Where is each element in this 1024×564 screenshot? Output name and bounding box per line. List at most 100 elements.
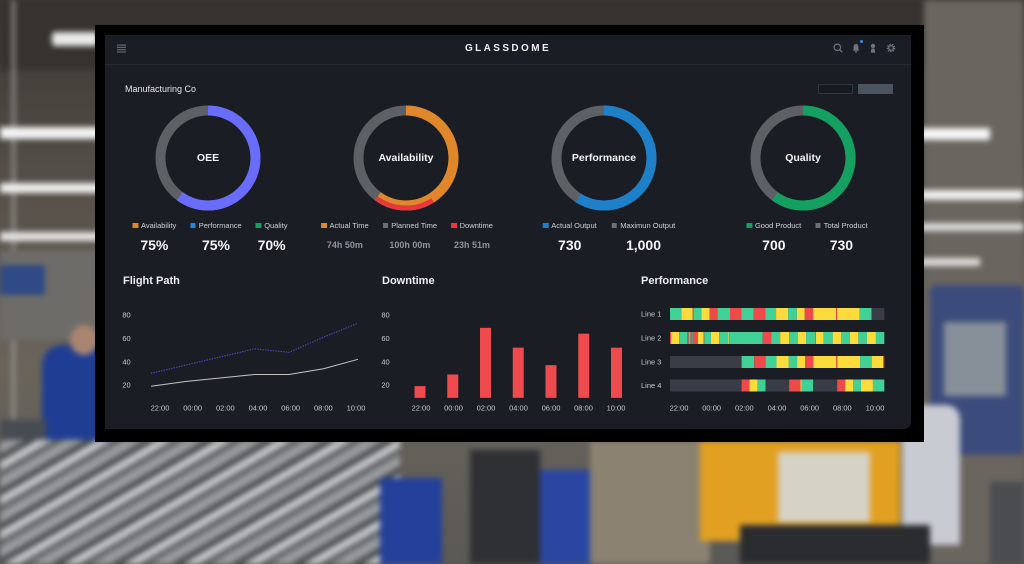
timeline-segment-red (703, 332, 705, 344)
search-icon[interactable] (833, 43, 843, 53)
worker-head (70, 325, 98, 355)
timeline-segment-yellow (776, 308, 789, 320)
timeline-segment-green (841, 332, 851, 344)
timeline-segment-gray (670, 356, 742, 368)
legend-value: 700 (762, 237, 786, 253)
gauge-title-quality: Quality (785, 152, 821, 164)
oee-legend: Availability 75% Performance 75% Quality… (132, 221, 288, 253)
y-tick-label: 60 (381, 334, 389, 343)
timeline-segment-red (670, 332, 672, 344)
timeline-segment-yellow (837, 308, 860, 320)
timeline-segment-green (765, 308, 777, 320)
ceiling-light (0, 232, 110, 241)
x-tick-label: 02:00 (735, 404, 754, 413)
legend-label: Maximun Output (620, 221, 676, 230)
timeline-segment-yellow (815, 332, 824, 344)
x-tick-label: 00:00 (183, 404, 202, 413)
bar (611, 347, 622, 398)
user-icon[interactable] (868, 43, 878, 53)
legend-swatch (382, 222, 389, 229)
legend-item-maximum-output: Maximun Output 1,000 (611, 221, 676, 253)
x-tick-label: 02:00 (216, 404, 235, 413)
legend-value: 1,000 (625, 237, 661, 253)
x-tick-label: 04:00 (768, 404, 787, 413)
timeline-segment-yellow (860, 379, 873, 392)
dashboard-panel: GLASSDOME Manufacturing Co OEE Availabil… (105, 35, 911, 429)
performance-timeline-chart: Line 1 Line 2 Line 3 Line 4 22:00 00:00 02:00 0… (641, 308, 885, 413)
y-tick-label: 40 (381, 357, 389, 366)
timeline-segment-red (804, 308, 814, 320)
timeline-segment-green (757, 379, 766, 392)
legend-label: Good Product (754, 221, 802, 230)
app-title: GLASSDOME (464, 43, 552, 54)
timeline-segment-green (872, 379, 885, 392)
timeline-segment-red (789, 379, 801, 392)
timeline-segment-yellow (850, 332, 859, 344)
row-label: Line 4 (641, 381, 661, 390)
legend-item-actual-time: Actual Time 74h 50m (321, 221, 369, 253)
legend-swatch (132, 222, 138, 229)
bell-icon[interactable] (851, 43, 861, 53)
flight-path-chart: 20 40 60 80 22:00 00:00 02:00 04:00 06:00 08:00 10… (122, 311, 365, 413)
x-tick-label: 10:00 (607, 404, 626, 413)
timeline-segment-green (853, 379, 861, 392)
legend-item-quality: Quality 70% (255, 221, 288, 253)
gauge-title-performance: Performance (571, 152, 637, 164)
ceiling-light (52, 32, 98, 46)
line-series-2 (150, 358, 359, 387)
timeline-segment-yellow (800, 379, 802, 392)
legend-value: 74h 50m (326, 240, 363, 250)
machine-window (944, 322, 1006, 396)
x-tick-label: 00:00 (444, 404, 463, 413)
timeline-segment-gray (765, 379, 790, 392)
downtime-chart: 20 40 60 80 22:00 00:00 02:00 04:00 06:00 08:00 10… (381, 311, 626, 413)
legend-item-performance: Performance 75% (190, 221, 242, 253)
blue-machine (540, 470, 590, 564)
legend-item-availability: Availability 75% (132, 221, 176, 253)
timeline-segment-green (729, 332, 763, 344)
blue-shelf (0, 265, 45, 295)
conveyor (0, 440, 400, 564)
bar (414, 386, 426, 398)
y-tick-label: 80 (381, 311, 389, 320)
legend-value: 75% (201, 237, 230, 253)
company-name: Manufacturing Co (125, 84, 197, 94)
timeline-segment-gray (871, 308, 885, 320)
x-tick-label: 00:00 (702, 404, 721, 413)
legend-swatch (611, 222, 618, 229)
availability-legend: Actual Time 74h 50m Planned Time 100h 00… (321, 221, 493, 253)
row-label: Line 3 (641, 358, 661, 367)
x-tick-label: 10:00 (866, 404, 885, 413)
legend-item-actual-output: Actual Output 730 (542, 221, 597, 253)
timeline-segment-red (753, 308, 766, 320)
top-bar: GLASSDOME (105, 35, 911, 65)
timeline-segment-yellow (681, 308, 693, 320)
timeline-segment-red (754, 356, 766, 368)
timeline-segment-green (801, 379, 814, 392)
row-label: Line 2 (641, 334, 661, 343)
gear-icon[interactable] (886, 43, 896, 53)
timeline-segment-yellow (866, 332, 876, 344)
timeline-segment-green (719, 332, 729, 344)
timeline-segment-green (789, 332, 798, 344)
y-tick-label: 80 (122, 311, 130, 320)
legend-value: 730 (558, 237, 582, 253)
range-button-primary[interactable] (858, 84, 893, 94)
timeline-segment-green (679, 332, 688, 344)
timeline-segment-green (858, 332, 867, 344)
timeline-segment-red (690, 332, 692, 344)
timeline-segment-red (709, 308, 718, 320)
timeline-segment-yellow (697, 332, 704, 344)
timeline-segment-gray (670, 379, 742, 392)
x-tick-label: 22:00 (412, 404, 431, 413)
timeline-segment-yellow (845, 379, 854, 392)
timeline-segment-green (717, 308, 730, 320)
timeline-segment-green (741, 356, 755, 368)
legend-label: Performance (198, 221, 242, 230)
bar (480, 327, 491, 398)
legend-swatch (321, 222, 327, 229)
timeline-segment-yellow (728, 332, 730, 344)
y-tick-label: 60 (122, 334, 130, 343)
range-button-secondary[interactable] (818, 84, 853, 94)
blue-machine (380, 478, 442, 564)
